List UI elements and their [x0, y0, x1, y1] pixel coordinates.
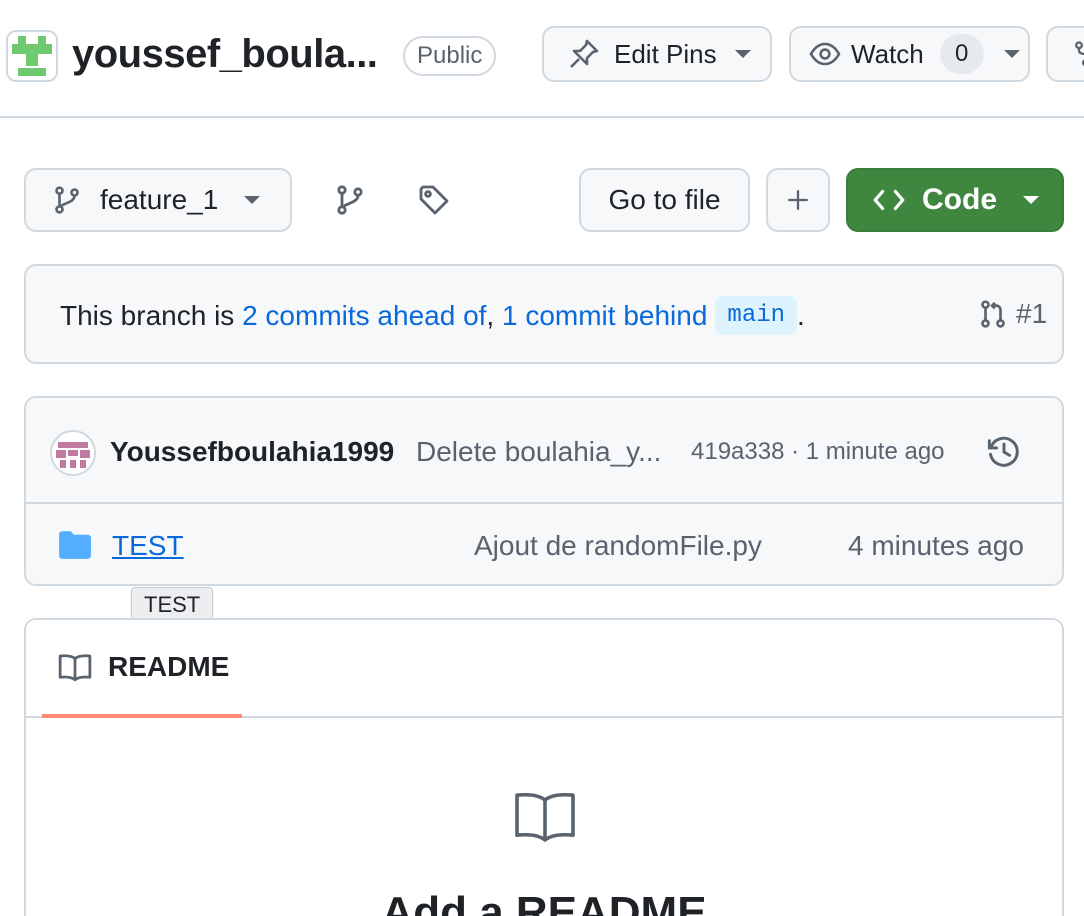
- book-icon: [512, 788, 578, 844]
- fork-icon: [1072, 40, 1084, 68]
- branch-status-box: This branch is 2 commits ahead of , 1 co…: [24, 264, 1064, 364]
- avatar[interactable]: [50, 430, 96, 476]
- fork-button[interactable]: [1046, 26, 1084, 82]
- go-to-file-label: Go to file: [608, 184, 721, 215]
- repo-owner-avatar[interactable]: [6, 30, 58, 82]
- chevron-down-icon: [1003, 50, 1020, 58]
- readme-box: README Add a README: [24, 618, 1064, 916]
- tag-icon: [418, 184, 450, 216]
- commit-message[interactable]: Delete boulahia_y...: [416, 436, 661, 468]
- commit-hash-time[interactable]: 419a338 · 1 minute ago: [691, 438, 945, 466]
- branch-status-text: This branch is 2 commits ahead of , 1 co…: [60, 296, 805, 335]
- file-list-box: Youssefboulahia1999 Delete boulahia_y...…: [24, 396, 1064, 586]
- pull-request-link[interactable]: #1: [978, 298, 1047, 330]
- commit-author[interactable]: Youssefboulahia1999: [110, 436, 394, 468]
- branch-selector-button[interactable]: feature_1: [24, 168, 292, 232]
- branch-status-separator: ,: [486, 299, 502, 331]
- code-label: Code: [922, 183, 997, 216]
- code-icon: [872, 183, 906, 217]
- branch-status-suffix: .: [797, 299, 805, 331]
- latest-commit-row: Youssefboulahia1999 Delete boulahia_y...…: [26, 398, 1062, 504]
- git-branch-icon: [334, 184, 366, 216]
- repo-name[interactable]: youssef_boula...: [72, 32, 378, 77]
- branch-status-prefix: This branch is: [60, 299, 243, 331]
- chevron-down-icon: [734, 50, 751, 58]
- readme-heading: Add a README: [381, 888, 707, 916]
- edit-pins-button[interactable]: Edit Pins: [542, 26, 772, 82]
- table-row[interactable]: TEST Ajout de randomFile.py 4 minutes ag…: [26, 504, 1062, 584]
- chevron-down-icon: [244, 196, 261, 204]
- code-button[interactable]: Code: [846, 168, 1064, 232]
- watch-count: 0: [939, 34, 984, 74]
- plus-icon: [785, 187, 811, 213]
- base-branch-label[interactable]: main: [715, 296, 798, 335]
- file-commit-time: 4 minutes ago: [848, 530, 1024, 561]
- tags-link[interactable]: [418, 184, 450, 216]
- history-icon[interactable]: [986, 434, 1022, 470]
- edit-pins-label: Edit Pins: [614, 38, 717, 69]
- branch-name: feature_1: [100, 184, 219, 215]
- add-file-button[interactable]: [766, 168, 830, 232]
- readme-tab-label: README: [108, 651, 230, 682]
- tab-readme[interactable]: README: [42, 620, 242, 718]
- book-icon: [58, 652, 92, 682]
- branches-link[interactable]: [334, 184, 366, 216]
- file-name-link[interactable]: TEST: [112, 530, 184, 562]
- readme-header: README: [26, 620, 1062, 718]
- pull-request-number: #1: [1016, 298, 1048, 329]
- pin-icon: [568, 38, 600, 70]
- repo-header: youssef_boula... Public Edit Pins Watch …: [0, 0, 1084, 118]
- git-pull-request-icon: [978, 299, 1008, 329]
- file-commit-message[interactable]: Ajout de randomFile.py: [474, 530, 762, 562]
- watch-label: Watch: [851, 38, 924, 69]
- folder-icon: [58, 530, 92, 560]
- chevron-down-icon: [1023, 196, 1039, 204]
- watch-button[interactable]: Watch 0: [789, 26, 1030, 82]
- commits-ahead-link[interactable]: 2 commits ahead of: [242, 300, 486, 332]
- visibility-badge: Public: [403, 36, 497, 76]
- go-to-file-button[interactable]: Go to file: [579, 168, 750, 232]
- eye-icon: [809, 38, 841, 70]
- commits-behind-link[interactable]: 1 commit behind: [502, 300, 707, 332]
- git-branch-icon: [52, 185, 82, 215]
